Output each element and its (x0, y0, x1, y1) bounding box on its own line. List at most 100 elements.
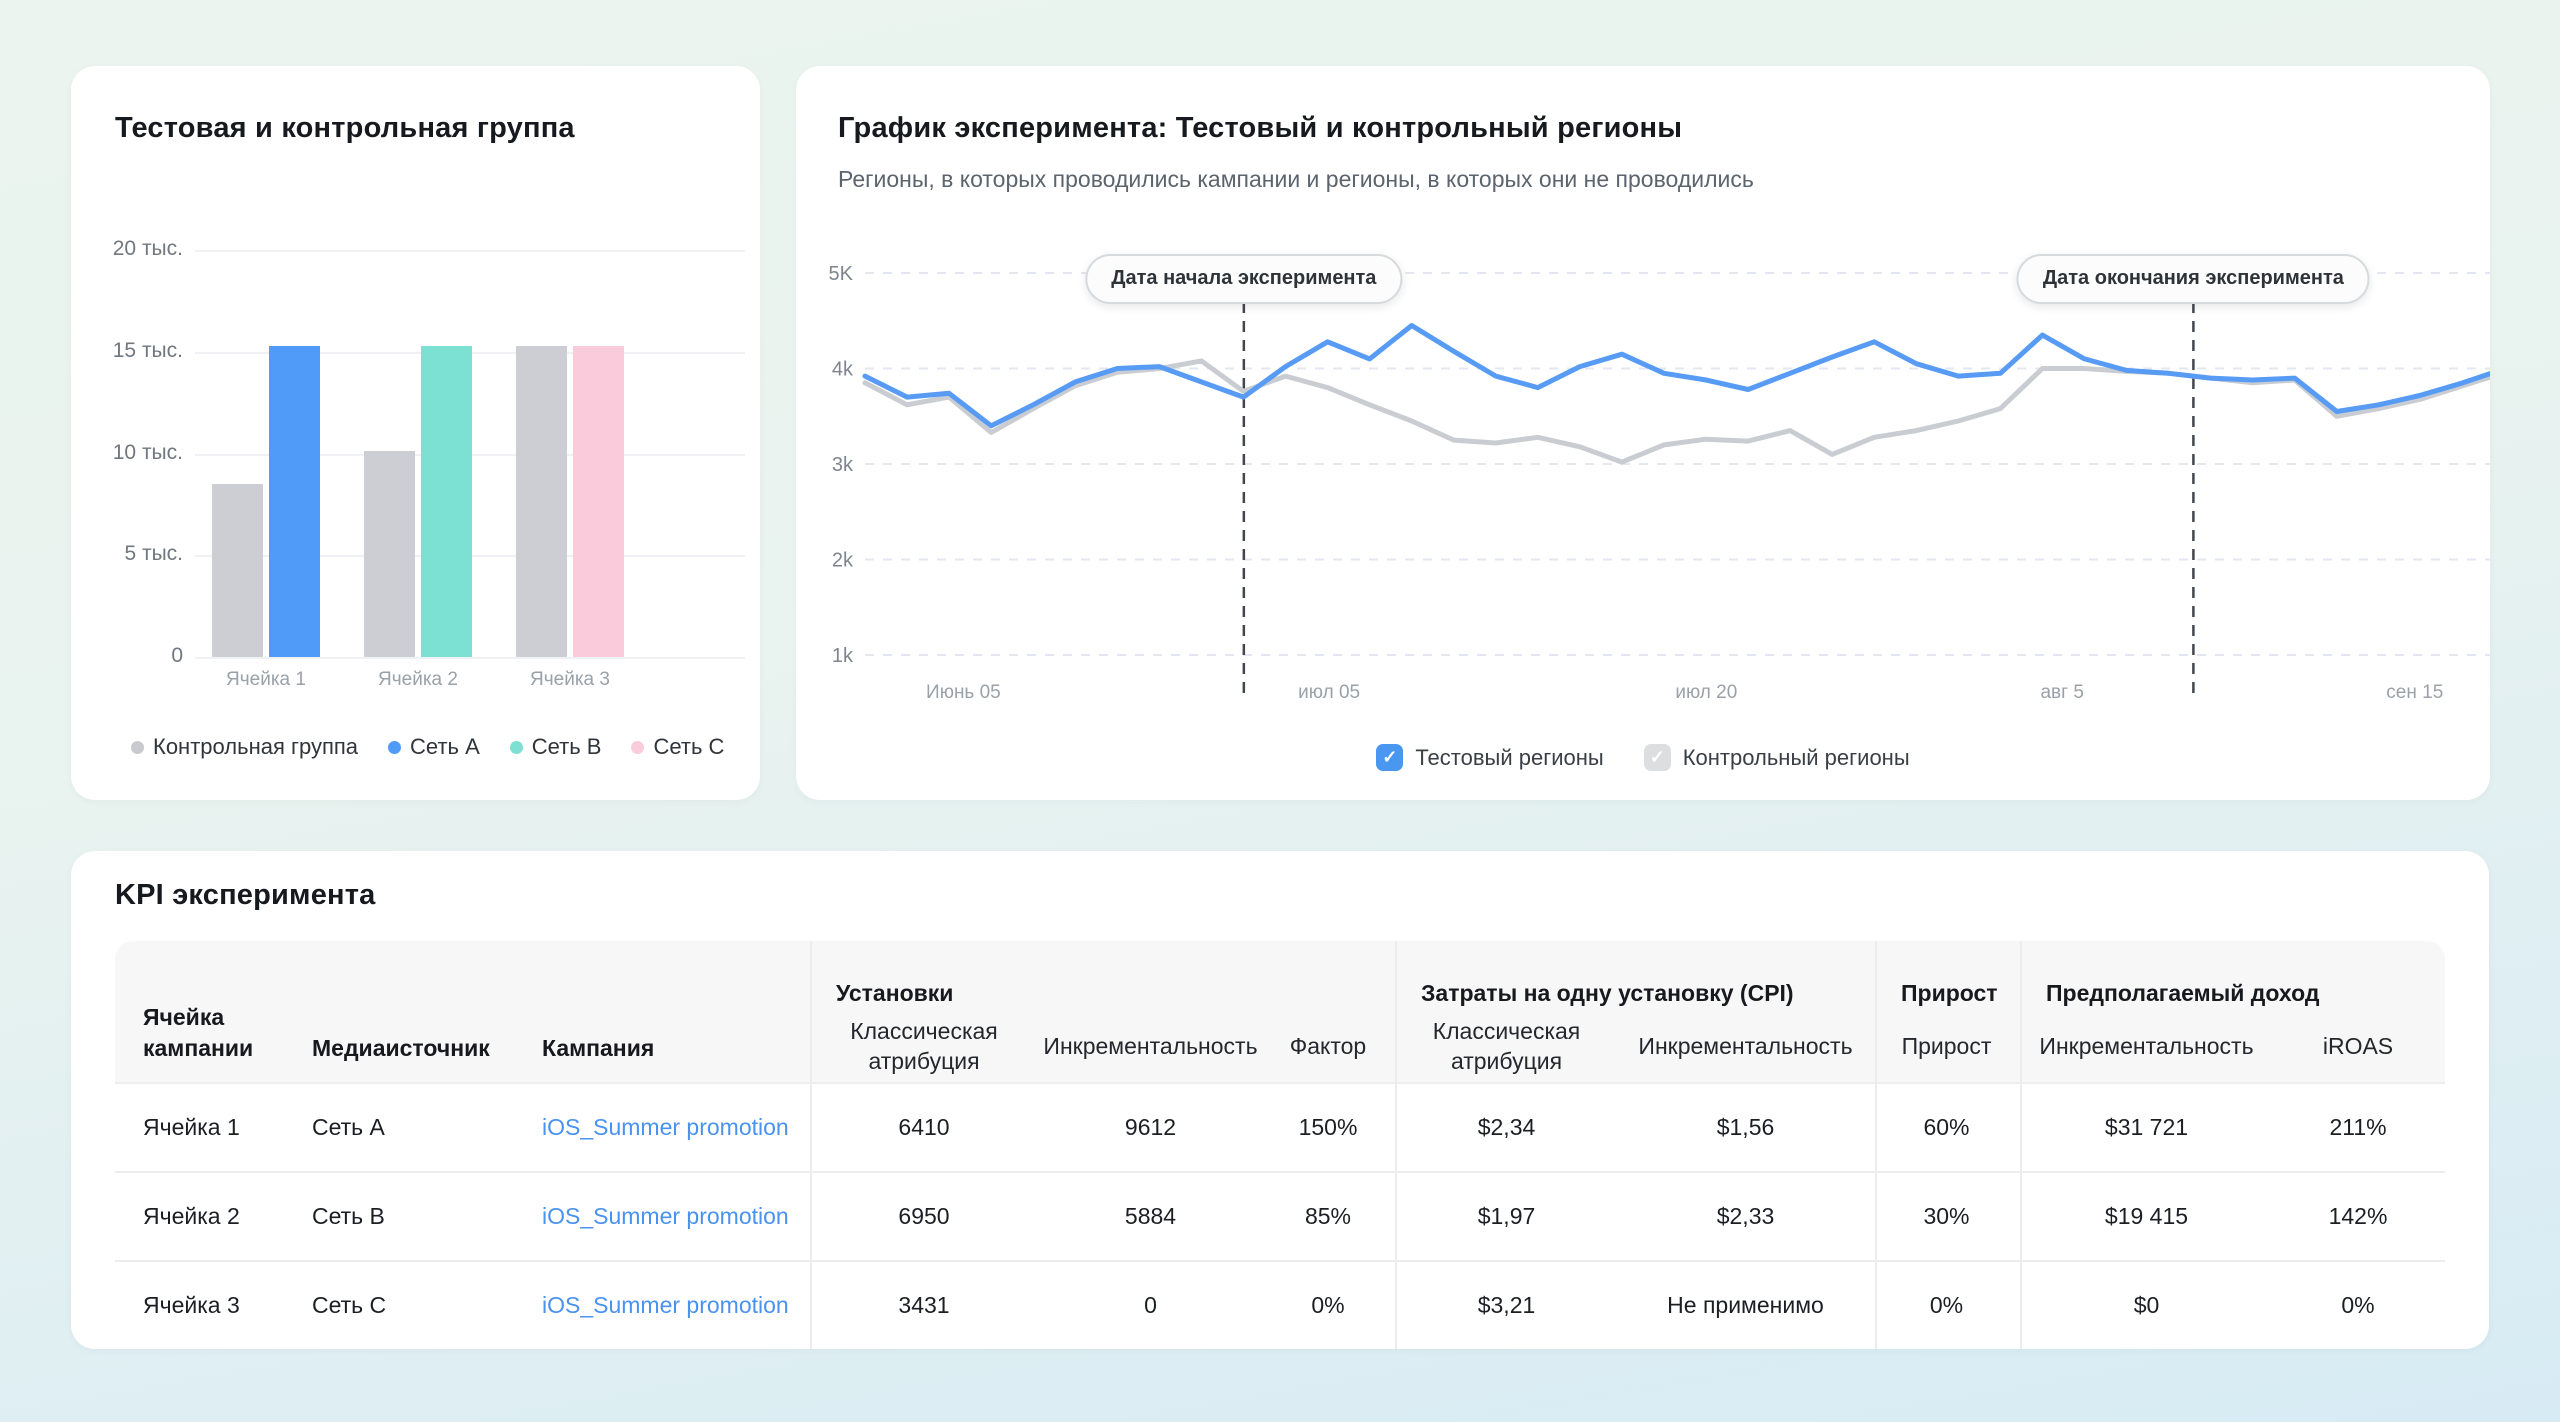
table-subheader: Прирост (1875, 1011, 2020, 1082)
table-cell: 0% (2275, 1260, 2445, 1349)
table-cell: $19 415 (2020, 1171, 2275, 1260)
line-chart-svg: 5K 4k 3k 2k 1k Июнь 05 июл 05 июл 20 авг 5 сен 15 (829, 263, 2490, 703)
bar-gridline (195, 250, 745, 252)
line-x-tick-label: июл 20 (1675, 682, 1737, 703)
table-cell: 3431 (810, 1260, 1040, 1349)
bar-y-tick-label: 10 тыс. (112, 440, 183, 464)
table-cell: 6410 (810, 1082, 1040, 1171)
table-cell: 142% (2275, 1171, 2445, 1260)
table-cell: iOS_Summer promotion (540, 1260, 810, 1349)
line-x-tick-label: авг 5 (2040, 682, 2083, 703)
bar-legend-item[interactable]: Сеть A (388, 734, 480, 760)
table-header-1: Медиаисточник (310, 941, 540, 1082)
table-cell: 150% (1265, 1082, 1395, 1171)
campaign-link[interactable]: iOS_Summer promotion (542, 1203, 789, 1230)
table-subheader: Инкрементальность (1040, 1011, 1265, 1082)
bar-legend-label: Сеть C (653, 734, 725, 759)
table-cell: 6950 (810, 1171, 1040, 1260)
legend-dot-icon (388, 740, 402, 754)
line-legend-label: Тестовый регионы (1415, 744, 1604, 770)
table-cell: Не применимо (1620, 1260, 1875, 1349)
table-cell: Ячейка 1 (115, 1082, 310, 1171)
table-cell: Сеть C (310, 1260, 540, 1349)
bar-legend-label: Сеть A (410, 734, 480, 759)
line-y-tick-label: 1k (832, 645, 854, 667)
table-subheader: Классическая атрибуция (1395, 1011, 1620, 1082)
line-chart-legend: ✓ Тестовый регионы ✓ Контрольный регионы (796, 744, 2490, 771)
line-y-tick-label: 5K (829, 263, 854, 285)
table-cell: 0% (1875, 1260, 2020, 1349)
campaign-link[interactable]: iOS_Summer promotion (542, 1292, 789, 1319)
table-cell: Сеть A (310, 1082, 540, 1171)
campaign-link[interactable]: iOS_Summer promotion (542, 1114, 789, 1141)
kpi-table: Ячейка кампании Медиаисточник Кампания Уста… (115, 941, 2445, 1349)
line-x-tick-label: Июнь 05 (926, 682, 1001, 703)
kpi-title: KPI эксперимента (115, 879, 376, 911)
series-checkbox[interactable]: ✓ (1376, 744, 1404, 771)
table-subheader: Классическая атрибуция (810, 1011, 1040, 1082)
bar-legend-item[interactable]: Сеть B (509, 734, 602, 760)
line-legend-item[interactable]: ✓ Контрольный регионы (1643, 744, 1910, 771)
line-y-tick-label: 4k (832, 359, 854, 381)
bar-x-category-label: Ячейка 2 (378, 669, 458, 690)
table-header-2: Кампания (540, 941, 810, 1082)
bar-legend-item[interactable]: Сеть C (631, 734, 724, 760)
experiment-date-pill: Дата начала эксперимента (1085, 254, 1403, 304)
bar-y-tick-label: 20 тыс. (112, 237, 183, 260)
line-x-tick-label: сен 15 (2386, 682, 2443, 703)
table-cell: Ячейка 2 (115, 1171, 310, 1260)
bar-y-tick-label: 15 тыс. (112, 338, 183, 362)
table-group-header: Затраты на одну установку (CPI) (1395, 941, 1875, 1011)
kpi-card: KPI эксперимента Ячейка кампании Медиаист… (71, 851, 2489, 1349)
legend-dot-icon (631, 740, 645, 754)
line-y-tick-label: 2k (832, 550, 854, 572)
series-checkbox[interactable]: ✓ (1643, 744, 1671, 771)
bar-chart-legend: Контрольная группа Сеть A Сеть B Сеть C (131, 734, 724, 760)
table-cell: 0% (1265, 1260, 1395, 1349)
table-header-0: Ячейка кампании (115, 941, 310, 1082)
table-cell: $1,97 (1395, 1171, 1620, 1260)
legend-dot-icon (131, 740, 144, 754)
legend-dot-icon (509, 740, 523, 754)
bar-legend-item[interactable]: Контрольная группа (131, 734, 358, 760)
table-cell: 211% (2275, 1082, 2445, 1171)
table-cell: $0 (2020, 1260, 2275, 1349)
table-subheader: Фактор (1265, 1011, 1395, 1082)
bar-control[interactable] (516, 345, 567, 657)
table-cell: 30% (1875, 1171, 2020, 1260)
analytics-dashboard: { "chart_data": [ { "type": "bar", "titl… (0, 0, 2560, 1422)
table-cell: $2,34 (1395, 1082, 1620, 1171)
test-control-group-card: Тестовая и контрольная группа 20 тыс. 15 … (71, 66, 760, 800)
bar-legend-label: Сеть B (531, 734, 602, 759)
bar-control[interactable] (212, 484, 263, 657)
table-cell: Ячейка 3 (115, 1260, 310, 1349)
bar-network[interactable] (573, 345, 624, 657)
line-legend-label: Контрольный регионы (1682, 744, 1910, 770)
experiment-date-pill: Дата окончания эксперимента (2016, 254, 2370, 304)
line-x-tick-label: июл 05 (1298, 682, 1360, 703)
bar-chart-title: Тестовая и контрольная группа (115, 112, 575, 144)
bar-network[interactable] (269, 345, 320, 657)
table-cell: iOS_Summer promotion (540, 1171, 810, 1260)
table-cell: 5884 (1040, 1171, 1265, 1260)
table-subheader: Инкрементальность (1620, 1011, 1875, 1082)
table-cell: iOS_Summer promotion (540, 1082, 810, 1171)
table-cell: $2,33 (1620, 1171, 1875, 1260)
table-subheader: Инкрементальность (2020, 1011, 2275, 1082)
table-cell: 85% (1265, 1171, 1395, 1260)
bar-control[interactable] (364, 451, 415, 657)
table-group-header: Предполагаемый доход (2020, 941, 2445, 1011)
table-cell: $1,56 (1620, 1082, 1875, 1171)
bar-network[interactable] (421, 345, 472, 657)
table-cell: 9612 (1040, 1082, 1265, 1171)
table-cell: Сеть B (310, 1171, 540, 1260)
table-subheader: iROAS (2275, 1011, 2445, 1082)
table-cell: $31 721 (2020, 1082, 2275, 1171)
bar-y-tick-label: 5 тыс. (124, 542, 183, 566)
table-group-header: Прирост (1875, 941, 2020, 1011)
bar-legend-label: Контрольная группа (153, 734, 359, 759)
line-legend-item[interactable]: ✓ Тестовый регионы (1376, 744, 1604, 771)
bar-x-category-label: Ячейка 1 (226, 669, 306, 690)
bar-x-category-label: Ячейка 3 (530, 669, 610, 690)
line-y-tick-label: 3k (832, 454, 854, 476)
